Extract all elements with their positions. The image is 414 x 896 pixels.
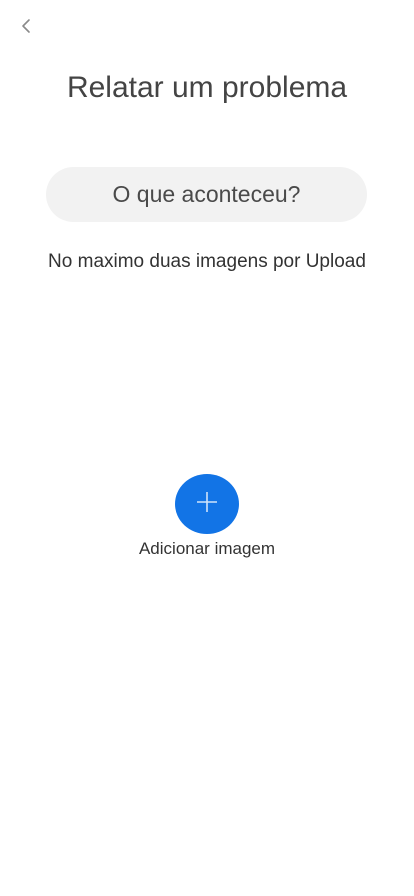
what-happened-label: O que aconteceu? <box>112 181 301 207</box>
add-image-control[interactable]: Adicionar imagem <box>107 472 307 562</box>
what-happened-button[interactable]: O que aconteceu? <box>46 167 367 222</box>
add-image-label: Adicionar imagem <box>138 539 276 558</box>
upload-hint: No maximo duas imagens por Upload <box>48 251 366 272</box>
add-image-button[interactable] <box>175 474 239 534</box>
back-button[interactable] <box>14 16 38 40</box>
plus-icon <box>195 490 219 519</box>
page-title: Relatar um problema <box>66 71 348 104</box>
chevron-left-icon <box>20 17 32 40</box>
